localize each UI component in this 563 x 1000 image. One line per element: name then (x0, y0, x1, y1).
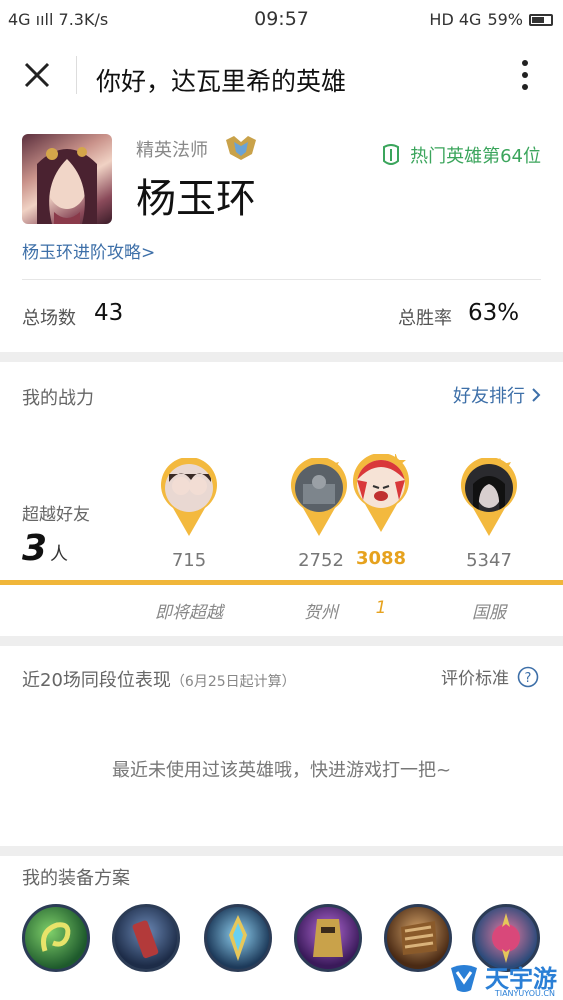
equipment-icon (41, 922, 71, 952)
status-bar: 4G ııll 7.3K/s 09:57 HD 4G 59% (0, 0, 563, 40)
page-title: 你好，达瓦里希的英雄 (96, 67, 347, 96)
friend-marker[interactable] (159, 458, 219, 538)
power-section-title: 我的战力 (22, 388, 94, 409)
equipment-icon (401, 921, 437, 955)
divider (22, 279, 541, 280)
more-vertical-icon (522, 60, 528, 90)
friend-avatar (465, 464, 513, 512)
surpass-label: 超越好友 (22, 505, 90, 525)
equipment-item[interactable] (112, 904, 180, 972)
equipment-title: 我的装备方案 (22, 868, 130, 889)
marker-score: 715 (171, 550, 207, 571)
equipment-item[interactable] (22, 904, 90, 972)
battery-percent: 59% (487, 10, 523, 29)
equipment-item[interactable] (294, 904, 362, 972)
my-score: 3088 (355, 548, 407, 569)
equipment-icon (132, 920, 159, 959)
criteria-link[interactable]: 评价标准 ? (441, 664, 539, 689)
battery-icon (529, 13, 553, 26)
empty-message: 最近未使用过该英雄哦，快进游戏打一把~ (111, 760, 452, 781)
friend-rank-label: 好友排行 (453, 386, 525, 407)
close-button[interactable] (18, 58, 58, 94)
hero-rank-text: 热门英雄第64位 (410, 146, 541, 167)
hero-guide-link[interactable]: 杨玉环进阶攻略> (22, 238, 155, 263)
more-button[interactable] (517, 58, 533, 94)
equipment-item[interactable] (384, 904, 452, 972)
hero-name: 杨玉环 (136, 176, 256, 222)
equipment-icon (229, 915, 247, 961)
status-right: HD 4G 59% (429, 10, 553, 29)
total-games-value: 43 (94, 300, 124, 326)
help-icon: ? (517, 666, 539, 687)
friend-avatar (165, 464, 213, 512)
criteria-label: 评价标准 (441, 669, 509, 689)
title-divider (76, 56, 77, 94)
surpass-unit: 人 (50, 544, 68, 565)
hero-avatar (22, 134, 112, 224)
friend-avatar (295, 464, 343, 512)
power-card: 我的战力 好友排行 超越好友 3 人 715 2752 3088 5347 即将… (0, 362, 563, 636)
recent-title: 近20场同段位表现（6月25日起计算） (22, 666, 296, 692)
close-icon (24, 62, 50, 88)
total-games-label: 总场数 (22, 308, 76, 329)
watermark: 天宇游 TIANYUYOU.CN (447, 959, 557, 998)
equipment-item[interactable] (204, 904, 272, 972)
marker-score: 5347 (466, 550, 512, 571)
recent-performance-card: 近20场同段位表现（6月25日起计算） 评价标准 ? 最近未使用过该英雄哦，快进… (0, 646, 563, 846)
rank-badge-icon (226, 136, 256, 160)
hero-tag-icon (383, 144, 400, 165)
recent-title-text: 近20场同段位表现 (22, 670, 171, 691)
friend-marker[interactable] (289, 458, 349, 538)
marker-label: 即将超越 (155, 603, 223, 623)
hero-rank-tag: 热门英雄第64位 (380, 142, 541, 168)
equipment-card: 我的装备方案 天宇游 TIANYUYOU.CN (0, 856, 563, 1000)
network-type: HD 4G (429, 10, 482, 29)
marker-label: 国服 (472, 603, 506, 623)
my-marker-label: 1 (375, 598, 387, 618)
win-rate-label: 总胜率 (398, 308, 452, 329)
svg-text:?: ? (525, 671, 532, 686)
my-avatar (357, 460, 405, 508)
hero-portrait-image (37, 147, 97, 224)
my-marker[interactable] (351, 454, 411, 534)
equipment-icon (313, 919, 343, 957)
power-progress-line (0, 580, 563, 585)
title-bar: 你好，达瓦里希的英雄 (0, 40, 563, 112)
recent-subtitle: （6月25日起计算） (170, 674, 296, 690)
friend-rank-link[interactable]: 好友排行 (453, 382, 541, 408)
friend-marker[interactable] (459, 458, 519, 538)
chevron-right-icon (532, 388, 541, 402)
win-rate-value: 63% (468, 300, 520, 326)
surpass-count: 3 (22, 528, 48, 569)
watermark-url: TIANYUYOU.CN (494, 989, 555, 998)
hero-card: 精英法师 杨玉环 热门英雄第64位 杨玉环进阶攻略> 总场数 43 总胜率 63… (0, 112, 563, 352)
watermark-logo-icon (451, 964, 477, 992)
hero-role: 精英法师 (136, 140, 208, 161)
